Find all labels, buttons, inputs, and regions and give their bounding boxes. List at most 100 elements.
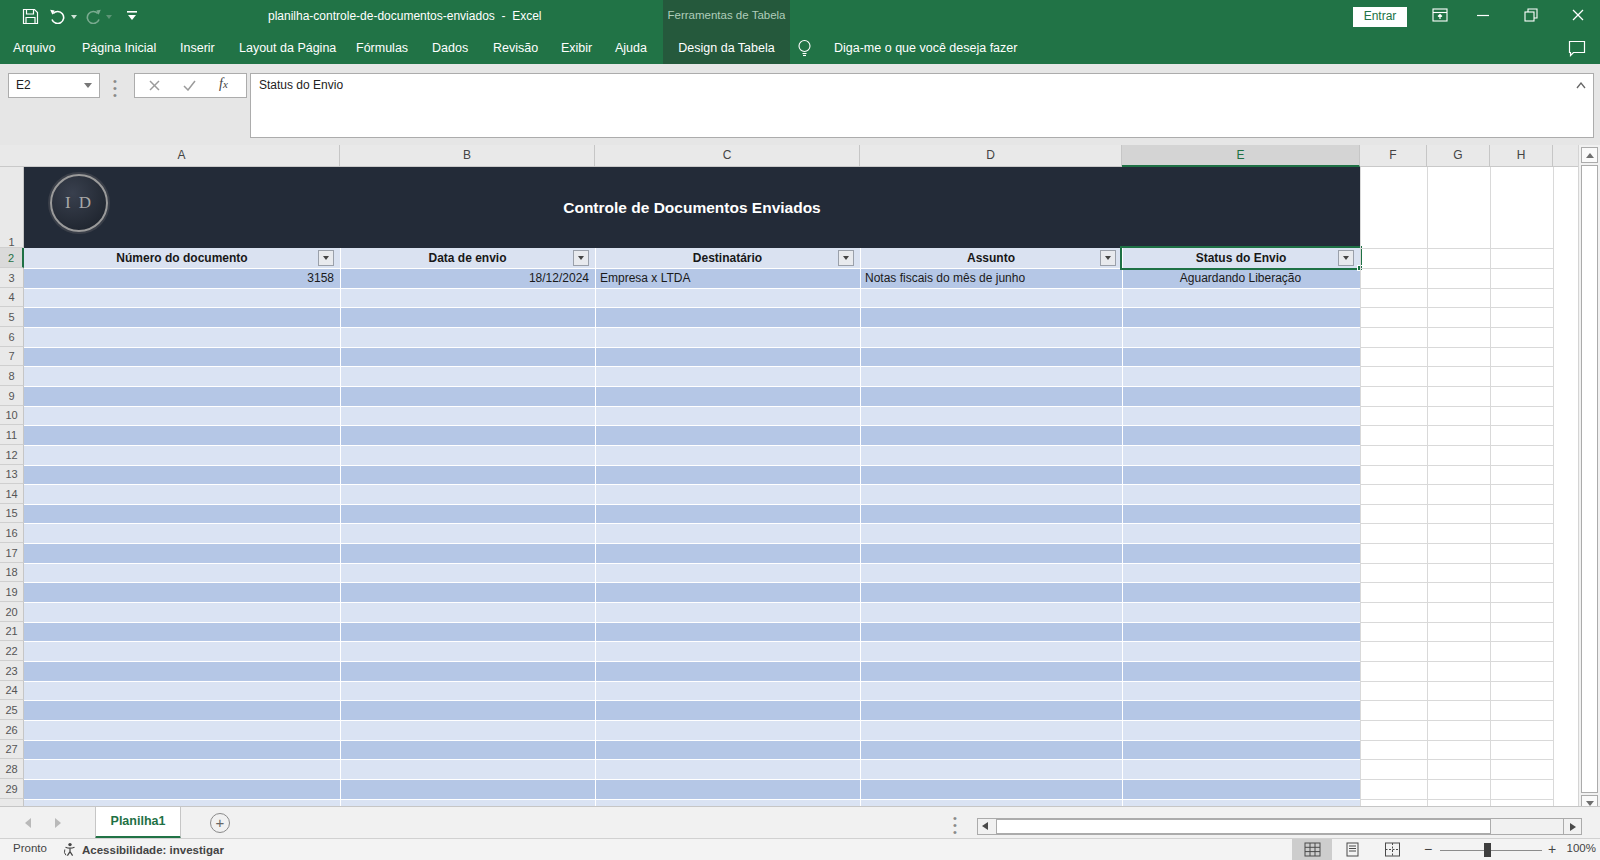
filter-button-1[interactable] <box>318 250 334 266</box>
tab-exibir[interactable]: Exibir <box>561 33 592 64</box>
row-header-21[interactable]: 21 <box>0 622 24 641</box>
prev-sheet-button[interactable] <box>25 818 31 828</box>
cell-r3-c5[interactable]: Aguardando Liberação <box>1122 269 1359 288</box>
zoom-out-button[interactable]: − <box>1420 841 1436 857</box>
vertical-scrollbar[interactable] <box>1578 145 1600 813</box>
row-header-12[interactable]: 12 <box>0 445 24 465</box>
row-header-1[interactable]: 1 <box>0 167 24 248</box>
row-header-3[interactable]: 3 <box>0 268 24 288</box>
scroll-up-button[interactable] <box>1581 147 1598 163</box>
row-header-27[interactable]: 27 <box>0 740 24 759</box>
filter-button-3[interactable] <box>838 250 854 266</box>
formula-bar-input[interactable]: Status do Envio <box>250 73 1594 138</box>
column-header-F[interactable]: F <box>1360 145 1427 167</box>
cell-r3-c1[interactable]: 3158 <box>24 269 339 288</box>
new-sheet-button[interactable]: + <box>210 813 230 833</box>
tab-revisão[interactable]: Revisão <box>493 33 538 64</box>
vertical-scrollbar-thumb[interactable] <box>1581 165 1598 793</box>
zoom-slider-track[interactable] <box>1440 850 1542 851</box>
tab-dados[interactable]: Dados <box>432 33 468 64</box>
page-break-preview-button[interactable] <box>1372 839 1412 860</box>
column-header-G[interactable]: G <box>1427 145 1490 167</box>
row-header-14[interactable]: 14 <box>0 484 24 504</box>
zoom-slider-handle[interactable] <box>1484 843 1491 857</box>
column-header-E[interactable]: E <box>1122 145 1360 167</box>
row-header-19[interactable]: 19 <box>0 582 24 602</box>
name-box-dropdown-icon[interactable] <box>84 83 92 88</box>
row-header-15[interactable]: 15 <box>0 504 24 523</box>
ribbon-display-options-button[interactable] <box>1425 0 1455 30</box>
row-header-7[interactable]: 7 <box>0 347 24 366</box>
comments-icon[interactable] <box>1568 40 1586 57</box>
row-header-5[interactable]: 5 <box>0 307 24 327</box>
enter-icon[interactable] <box>183 80 196 91</box>
scroll-left-button[interactable] <box>982 822 988 830</box>
row-header-22[interactable]: 22 <box>0 641 24 661</box>
tab-fórmulas[interactable]: Fórmulas <box>356 33 408 64</box>
tab-página-inicial[interactable]: Página Inicial <box>82 33 156 64</box>
filter-button-2[interactable] <box>573 250 589 266</box>
tab-ajuda[interactable]: Ajuda <box>615 33 647 64</box>
tab-scrollbar-splitter[interactable]: ••• <box>953 815 957 836</box>
row-header-26[interactable]: 26 <box>0 720 24 740</box>
column-header-C[interactable]: C <box>595 145 860 167</box>
column-header-D[interactable]: D <box>860 145 1122 167</box>
sign-in-button[interactable]: Entrar <box>1353 7 1407 27</box>
collapse-formula-bar-icon[interactable] <box>1576 82 1586 89</box>
horizontal-scrollbar-thumb[interactable] <box>996 819 1491 834</box>
tab-inserir[interactable]: Inserir <box>180 33 215 64</box>
redo-dropdown[interactable] <box>106 15 112 19</box>
tell-me-box[interactable]: Diga-me o que você deseja fazer <box>834 33 1017 64</box>
row-header-28[interactable]: 28 <box>0 759 24 779</box>
row-header-29[interactable]: 29 <box>0 779 24 799</box>
row-header-25[interactable]: 25 <box>0 700 24 720</box>
table-tools-label: Ferramentas de Tabela <box>663 9 790 21</box>
row-header-6[interactable]: 6 <box>0 327 24 347</box>
row-header-10[interactable]: 10 <box>0 406 24 425</box>
row-header-4[interactable]: 4 <box>0 288 24 307</box>
sheet-tab-planilha1[interactable]: Planilha1 <box>95 807 181 839</box>
tab-design-da-tabela[interactable]: Design da Tabela <box>663 33 790 64</box>
cell-r3-c4[interactable]: Notas fiscais do mês de junho <box>860 269 1121 288</box>
accessibility-status[interactable]: Acessibilidade: investigar <box>62 842 224 857</box>
normal-view-button[interactable] <box>1292 839 1332 860</box>
minimize-button[interactable] <box>1468 0 1498 30</box>
column-header-H[interactable]: H <box>1490 145 1553 167</box>
redo-icon[interactable] <box>84 9 101 24</box>
column-header-A[interactable]: A <box>24 145 340 167</box>
customize-quick-access-icon[interactable] <box>126 11 138 22</box>
close-button[interactable] <box>1563 0 1593 30</box>
page-layout-view-button[interactable] <box>1332 839 1372 860</box>
insert-function-icon[interactable]: fx <box>219 76 228 92</box>
row-header-23[interactable]: 23 <box>0 661 24 681</box>
scroll-right-button[interactable] <box>1563 819 1581 834</box>
next-sheet-button[interactable] <box>55 818 61 828</box>
cell-r3-c2[interactable]: 18/12/2024 <box>340 269 594 288</box>
zoom-in-button[interactable]: + <box>1544 841 1560 857</box>
row-header-24[interactable]: 24 <box>0 681 24 700</box>
cell-r3-c3[interactable]: Empresa x LTDA <box>595 269 859 288</box>
tab-arquivo[interactable]: Arquivo <box>13 33 55 64</box>
column-header-partial[interactable] <box>1553 145 1578 167</box>
row-header-13[interactable]: 13 <box>0 465 24 484</box>
formula-bar-splitter[interactable]: ••• <box>113 78 117 99</box>
row-header-8[interactable]: 8 <box>0 366 24 386</box>
row-header-9[interactable]: 9 <box>0 386 24 406</box>
row-header-18[interactable]: 18 <box>0 563 24 582</box>
undo-dropdown[interactable] <box>71 15 77 19</box>
row-header-2[interactable]: 2 <box>0 248 24 268</box>
row-header-17[interactable]: 17 <box>0 543 24 563</box>
row-header-16[interactable]: 16 <box>0 523 24 543</box>
row-header-30[interactable] <box>0 799 24 806</box>
row-header-11[interactable]: 11 <box>0 425 24 445</box>
horizontal-scrollbar[interactable] <box>977 818 1582 835</box>
table-header-4: Assunto <box>860 248 1122 268</box>
undo-icon[interactable] <box>50 9 67 24</box>
column-header-B[interactable]: B <box>340 145 595 167</box>
tab-layout-da-página[interactable]: Layout da Página <box>239 33 336 64</box>
cancel-icon[interactable] <box>149 80 160 91</box>
filter-button-4[interactable] <box>1100 250 1116 266</box>
save-icon[interactable] <box>22 8 39 25</box>
restore-button[interactable] <box>1516 0 1546 30</box>
row-header-20[interactable]: 20 <box>0 602 24 622</box>
